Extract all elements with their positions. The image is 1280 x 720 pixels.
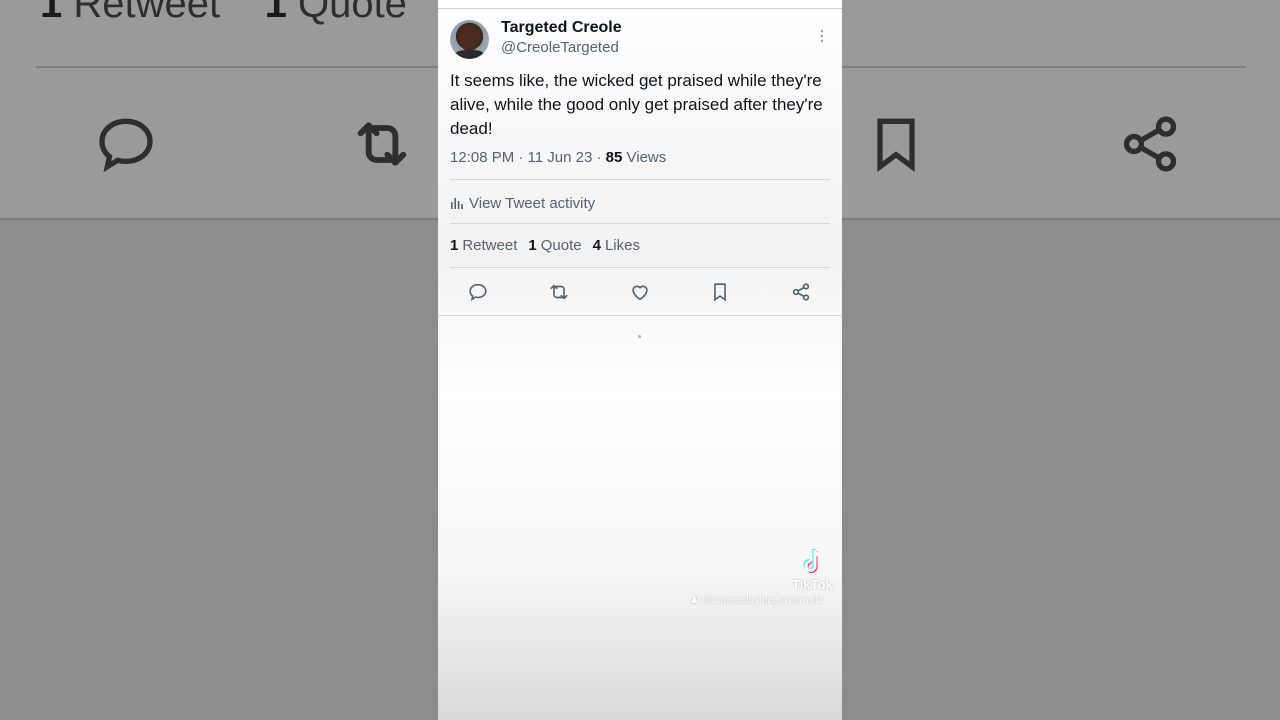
avatar[interactable] <box>450 20 489 59</box>
likes-stat[interactable]: 4 Likes <box>593 237 640 254</box>
likes-label: Likes <box>604 237 640 254</box>
background-retweet-count: 1 <box>40 0 63 26</box>
background-quote-label: Quote <box>297 0 407 26</box>
background-share-icon <box>1118 112 1182 176</box>
retweet-icon <box>550 284 568 300</box>
bookmark-button[interactable] <box>709 281 731 303</box>
divider-activity <box>450 223 830 224</box>
reply-icon <box>469 283 487 302</box>
divider-meta <box>450 179 830 180</box>
quotes-count: 1 <box>528 237 537 254</box>
background-counts: 1 Retweet 1 Quote <box>40 0 407 27</box>
tweet-panel: Targeted Creole @CreoleTargeted It seems… <box>438 0 842 720</box>
likes-count: 4 <box>592 237 601 254</box>
quotes-stat[interactable]: 1 Quote <box>528 237 581 254</box>
retweet-button[interactable] <box>548 281 570 303</box>
view-tweet-activity-link[interactable]: View Tweet activity <box>450 192 595 214</box>
retweets-count: 1 <box>450 237 459 254</box>
views-label: Views <box>626 149 667 166</box>
person-icon: ♟ <box>690 595 699 606</box>
share-button[interactable] <box>790 281 812 303</box>
divider-counts <box>450 267 830 268</box>
background-reply-icon <box>94 112 158 176</box>
retweets-stat[interactable]: 1 Retweet <box>450 237 517 254</box>
like-button[interactable] <box>629 281 651 303</box>
background-retweet-label: Retweet <box>73 0 221 26</box>
avatar-shirt <box>454 50 485 59</box>
tiktok-username-text: @targetedbythepsychworld <box>701 595 824 606</box>
analytics-icon <box>451 198 463 209</box>
tiktok-watermark-text: TikTok <box>792 577 833 592</box>
tiktok-logo-icon <box>800 547 828 577</box>
avatar-face <box>460 27 479 51</box>
background-bookmark-icon <box>864 112 928 176</box>
retweets-label: Retweet <box>462 237 518 254</box>
engagement-counts: 1 Retweet 1 Quote 4 Likes <box>450 237 640 254</box>
loading-indicator <box>638 335 641 338</box>
bookmark-icon <box>714 283 726 302</box>
background-quote-count: 1 <box>264 0 287 26</box>
tiktok-username: ♟ @targetedbythepsychworld <box>690 595 823 606</box>
user-handle[interactable]: @CreoleTargeted <box>501 39 619 56</box>
display-name[interactable]: Targeted Creole <box>501 19 622 37</box>
background-retweet-icon <box>350 112 414 176</box>
tweet-meta: 12:08 PM · 11 Jun 23 · 85 Views <box>450 149 666 166</box>
views-count: 85 <box>605 149 623 166</box>
reply-button[interactable] <box>467 281 489 303</box>
panel-top-divider <box>438 8 842 9</box>
share-icon <box>792 283 810 301</box>
like-icon <box>632 285 648 301</box>
tweet-timestamp[interactable]: 12:08 PM · 11 Jun 23 · <box>450 149 606 166</box>
activity-label: View Tweet activity <box>469 194 596 212</box>
divider-actions <box>438 315 842 316</box>
quotes-label: Quote <box>540 237 582 254</box>
more-options-icon[interactable] <box>816 28 828 44</box>
tweet-text: It seems like, the wicked get praised wh… <box>450 71 823 138</box>
